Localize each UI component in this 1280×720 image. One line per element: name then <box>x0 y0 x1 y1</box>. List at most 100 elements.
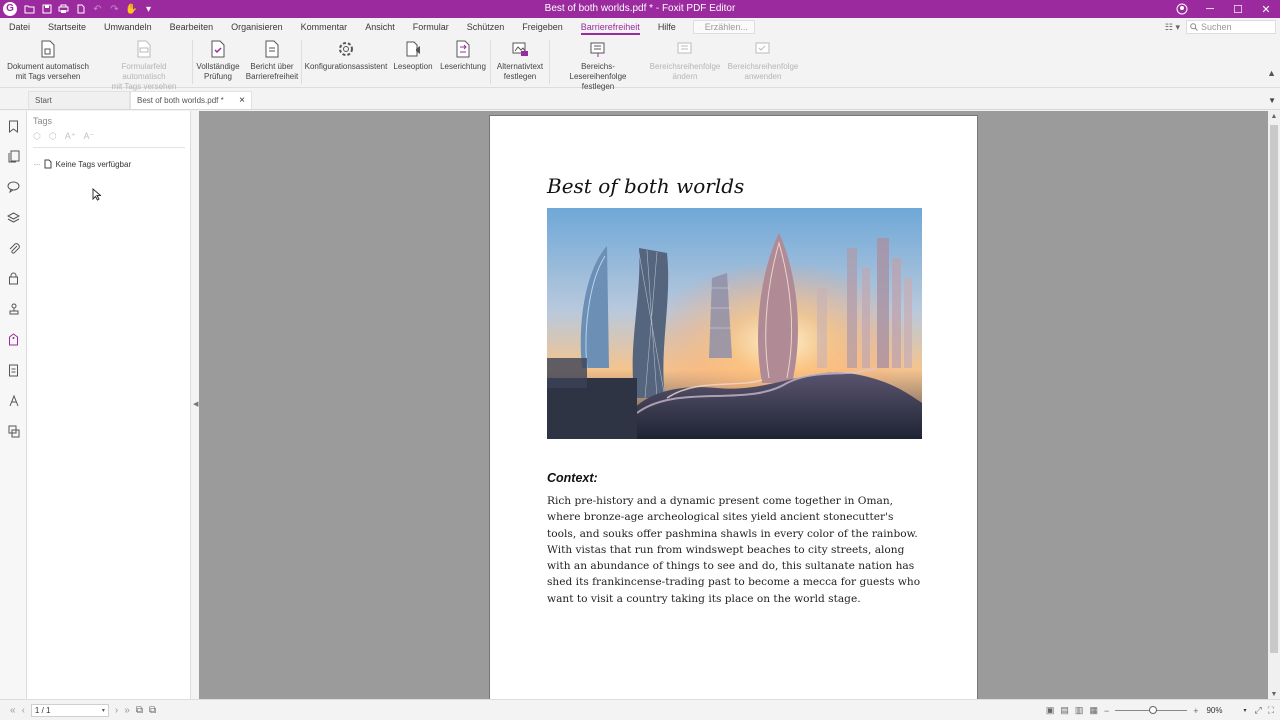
menu-freigeben[interactable]: Freigeben <box>513 18 572 36</box>
page-number-input[interactable]: 1 / 1 ▾ <box>30 703 109 717</box>
menu-formular[interactable]: Formular <box>404 18 458 36</box>
continuous-view-icon[interactable]: ▤ <box>1060 705 1069 716</box>
tell-me-box[interactable]: Erzählen... <box>692 20 755 34</box>
reading-order-icon <box>587 38 609 60</box>
menu-hilfe[interactable]: Hilfe <box>649 18 685 36</box>
menu-barrierefreiheit[interactable]: Barrierefreiheit <box>572 18 649 36</box>
reading-direction-button[interactable]: Leserichtung <box>436 36 490 72</box>
decrease-font-icon[interactable]: A⁻ <box>83 131 94 142</box>
print-icon[interactable] <box>55 0 72 18</box>
minimize-button[interactable]: ─ <box>1196 0 1224 18</box>
attachment-icon[interactable] <box>0 233 27 264</box>
maximize-button[interactable]: ☐ <box>1224 0 1252 18</box>
pdf-page[interactable]: Best of both worlds Context: Rich pre-hi… <box>489 115 978 699</box>
increase-font-icon[interactable]: A⁺ <box>65 131 76 142</box>
quick-access-dropdown-icon[interactable]: ▾ <box>140 0 157 18</box>
auto-tag-form-field-button[interactable]: Formularfeld automatisch mit Tags verseh… <box>96 36 192 92</box>
zoom-slider-knob[interactable] <box>1149 706 1158 714</box>
futuristic-city-image[interactable] <box>547 208 922 439</box>
document-view[interactable]: Best of both worlds Context: Rich pre-hi… <box>199 111 1268 699</box>
menu-bearbeiten[interactable]: Bearbeiten <box>161 18 223 36</box>
tag-tree-root[interactable]: ···· Keine Tags verfügbar <box>33 159 131 169</box>
tags-icon[interactable] <box>0 325 27 356</box>
fullscreen-icon[interactable]: ⛶ <box>1268 705 1274 716</box>
scroll-down-icon[interactable]: ▼ <box>1268 689 1280 699</box>
close-tab-icon[interactable]: × <box>239 95 245 106</box>
last-page-icon[interactable]: » <box>124 705 130 716</box>
previous-page-icon[interactable]: ‹ <box>22 705 25 716</box>
zoom-out-icon[interactable]: − <box>1104 706 1109 716</box>
document-icon <box>44 159 52 169</box>
foxit-logo[interactable]: G <box>3 2 17 16</box>
auto-tag-document-button[interactable]: Dokument automatisch mit Tags versehen <box>0 36 96 82</box>
single-page-view-icon[interactable]: ▣ <box>1046 705 1055 716</box>
page-dropdown-icon[interactable]: ▾ <box>102 707 105 714</box>
form-tag-icon <box>133 38 155 60</box>
undo-icon[interactable]: ↶ <box>89 0 106 18</box>
close-window-button[interactable]: ✕ <box>1252 0 1280 18</box>
layers-icon[interactable] <box>0 203 27 234</box>
vertical-scrollbar[interactable]: ▲ ▼ <box>1268 111 1280 699</box>
accessibility-stamp-icon[interactable] <box>0 294 27 325</box>
redo-icon[interactable]: ↷ <box>106 0 123 18</box>
page-view-icon[interactable]: ⧉ <box>136 705 143 716</box>
set-reading-order-button[interactable]: Bereichs-Lesereihenfolge festlegen <box>550 36 646 92</box>
menu-umwandeln[interactable]: Umwandeln <box>95 18 161 36</box>
fit-page-icon[interactable]: ⤢ <box>1254 705 1261 716</box>
save-icon[interactable] <box>38 0 55 18</box>
pages-icon[interactable] <box>0 142 27 173</box>
menu-bar: Datei Startseite Umwandeln Bearbeiten Or… <box>0 18 1280 36</box>
next-page-icon[interactable]: › <box>115 705 118 716</box>
no-tags-label: Keine Tags verfügbar <box>55 159 132 169</box>
reading-options-button[interactable]: Leseoption <box>390 36 436 72</box>
context-body: Rich pre-history and a dynamic present c… <box>547 493 922 607</box>
new-document-icon[interactable] <box>72 0 89 18</box>
context-heading: Context: <box>547 471 598 485</box>
zoom-in-icon[interactable]: + <box>1193 706 1198 716</box>
tags-panel: Tags ⬡ ⬡ A⁺ A⁻ ···· Keine Tags verfügbar <box>27 111 191 699</box>
menu-organisieren[interactable]: Organisieren <box>222 18 292 36</box>
security-lock-icon[interactable] <box>0 264 27 295</box>
menu-datei[interactable]: Datei <box>0 18 39 36</box>
zoom-slider[interactable] <box>1115 706 1188 714</box>
menu-startseite[interactable]: Startseite <box>39 18 95 36</box>
add-tag-icon[interactable]: ⬡ <box>33 131 41 142</box>
menu-kommentar[interactable]: Kommentar <box>292 18 357 36</box>
bookmark-icon[interactable] <box>0 111 27 142</box>
page-view-alt-icon[interactable]: ⧉ <box>149 705 156 716</box>
scroll-up-icon[interactable]: ▲ <box>1268 111 1280 121</box>
account-icon[interactable] <box>1168 0 1196 18</box>
full-check-button[interactable]: Vollständige Prüfung <box>193 36 243 82</box>
navigation-icon-bar <box>0 111 27 699</box>
ribbon-collapse-icon[interactable]: ▲ <box>1267 68 1276 78</box>
tab-list-dropdown-icon[interactable]: ▼ <box>1268 96 1276 105</box>
hand-tool-icon[interactable]: ✋ <box>123 0 140 18</box>
facing-view-icon[interactable]: ▥ <box>1075 705 1084 716</box>
comments-icon[interactable] <box>0 172 27 203</box>
open-icon[interactable] <box>21 0 38 18</box>
view-options-icon[interactable]: ☷ ▾ <box>1165 22 1180 33</box>
apply-region-order-button[interactable]: Bereichsreihenfolge anwenden <box>724 36 802 82</box>
tag-options-icon[interactable]: ⬡ <box>49 131 57 142</box>
menu-ansicht[interactable]: Ansicht <box>356 18 404 36</box>
scrollbar-thumb[interactable] <box>1270 125 1278 653</box>
menu-schuetzen[interactable]: Schützen <box>458 18 514 36</box>
tab-best-of-both-worlds[interactable]: Best of both worlds.pdf * × <box>130 91 252 109</box>
change-region-order-button[interactable]: Bereichsreihenfolge ändern <box>646 36 724 82</box>
tab-start[interactable]: Start <box>28 91 130 109</box>
continuous-facing-view-icon[interactable]: ▦ <box>1089 705 1098 716</box>
accessibility-report-button[interactable]: Bericht über Barrierefreiheit <box>243 36 301 82</box>
setup-assistant-button[interactable]: Konfigurationsassistent <box>302 36 390 72</box>
read-aloud-icon <box>402 38 424 60</box>
set-alt-text-button[interactable]: Alternativtext festlegen <box>491 36 549 82</box>
document-tab-bar: Start Best of both worlds.pdf * × <box>0 91 1280 110</box>
order-icon[interactable] <box>0 416 27 447</box>
fields-icon[interactable] <box>0 386 27 417</box>
document-title: Best of both worlds <box>547 174 745 198</box>
first-page-icon[interactable]: « <box>10 705 16 716</box>
zoom-level-select[interactable]: 90% ▾ <box>1204 704 1248 717</box>
zoom-dropdown-icon[interactable]: ▾ <box>1243 707 1246 714</box>
panel-collapse-handle[interactable]: ◀ <box>193 400 198 408</box>
search-input[interactable]: Suchen <box>1186 20 1276 34</box>
content-icon[interactable] <box>0 355 27 386</box>
